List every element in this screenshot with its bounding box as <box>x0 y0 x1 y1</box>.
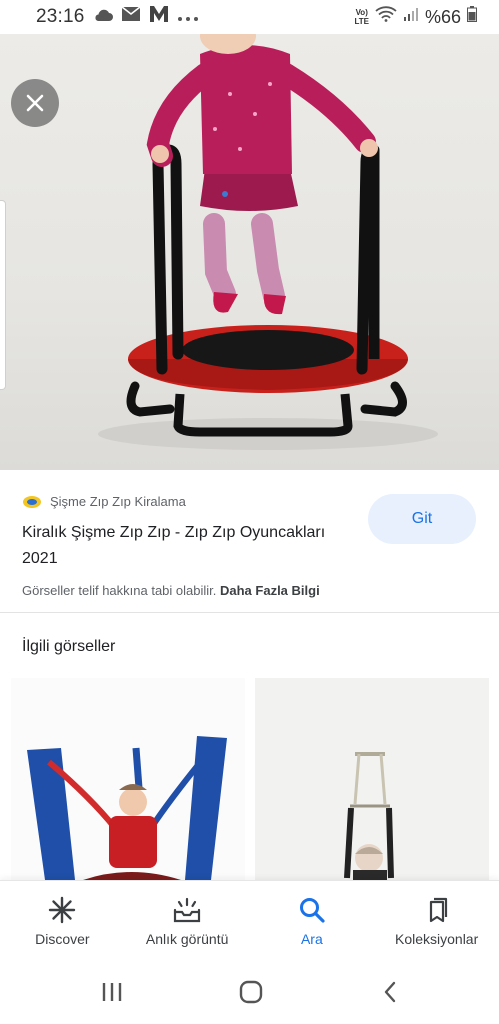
source-panel: Şişme Zıp Zıp Kiralama Kiralık Şişme Zıp… <box>0 470 499 614</box>
nav-discover-label: Discover <box>35 931 90 947</box>
signal-icon <box>403 6 419 28</box>
status-bar: 23:16 Vo) LTE %66 <box>0 0 499 34</box>
side-panel-handle[interactable] <box>0 200 6 390</box>
back-icon <box>384 981 396 1003</box>
battery-percentage: %66 <box>424 6 461 27</box>
m-app-icon <box>149 5 169 29</box>
battery-icon <box>467 6 477 28</box>
bookmarks-icon <box>422 895 452 925</box>
system-navigation-bar <box>0 958 499 1024</box>
bottom-navigation: Discover Anlık görüntü Ara Koleksiyonlar <box>0 880 499 958</box>
nav-snapshot[interactable]: Anlık görüntü <box>125 881 250 958</box>
divider <box>0 612 499 613</box>
home-button[interactable] <box>231 976 271 1008</box>
preview-image[interactable] <box>0 34 499 470</box>
nav-snapshot-label: Anlık görüntü <box>145 931 229 947</box>
close-icon <box>26 94 44 112</box>
copyright-notice: Görseller telif hakkına tabi olabilir. D… <box>22 583 320 598</box>
result-title[interactable]: Kiralık Şişme Zıp Zıp - Zıp Zıp Oyuncakl… <box>22 520 342 572</box>
close-button[interactable] <box>11 79 59 127</box>
nav-discover[interactable]: Discover <box>0 881 125 958</box>
bouncer-photo-2 <box>344 752 394 880</box>
status-time: 23:16 <box>36 6 85 27</box>
back-button[interactable] <box>370 976 410 1008</box>
volte-indicator: Vo) LTE <box>354 8 369 26</box>
nav-collections-label: Koleksiyonlar <box>394 931 479 947</box>
asterisk-icon <box>47 895 77 925</box>
home-icon <box>239 980 263 1004</box>
search-icon <box>297 895 327 925</box>
visit-button[interactable]: Git <box>368 494 476 544</box>
nav-collections[interactable]: Koleksiyonlar <box>374 881 499 958</box>
bouncer-photo-1 <box>27 736 227 880</box>
nav-search-label: Ara <box>300 931 323 947</box>
wifi-icon <box>375 6 397 28</box>
copyright-text: Görseller telif hakkına tabi olabilir. <box>22 583 217 598</box>
site-logo-icon <box>23 495 41 508</box>
mail-icon <box>121 6 141 28</box>
related-images-heading: İlgili görseller <box>22 638 116 655</box>
more-info-link[interactable]: Daha Fazla Bilgi <box>220 583 320 598</box>
recent-apps-button[interactable] <box>92 976 132 1008</box>
cloud-icon <box>93 6 113 28</box>
snapshot-tray-icon <box>172 895 202 925</box>
recent-apps-icon <box>102 983 122 1001</box>
related-image-1[interactable] <box>11 678 245 880</box>
related-image-2[interactable] <box>255 678 489 880</box>
source-name: Şişme Zıp Zıp Kiralama <box>50 494 186 509</box>
source-row[interactable]: Şişme Zıp Zıp Kiralama <box>22 494 186 509</box>
more-notifications-icon <box>177 6 199 28</box>
nav-search[interactable]: Ara <box>250 881 375 958</box>
trampoline-photo <box>98 34 438 450</box>
